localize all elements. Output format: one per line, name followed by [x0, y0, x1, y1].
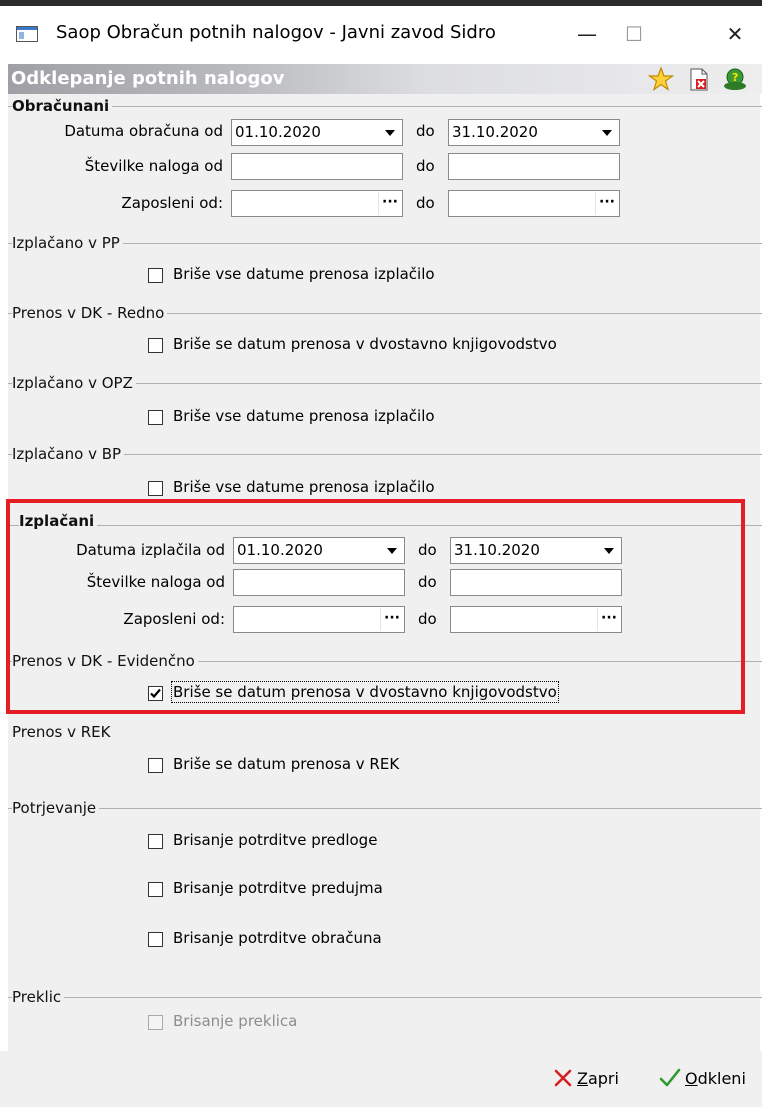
checkbox-label[interactable]: Briše se datum prenosa v REK — [173, 755, 399, 773]
checkbox-prenos-dk-redno[interactable] — [148, 338, 163, 353]
employee-from-lookup[interactable]: ··· — [231, 190, 403, 217]
group-divider — [8, 808, 762, 809]
checkbox-label[interactable]: Briše vse datume prenosa izplačilo — [173, 478, 435, 496]
chevron-down-icon[interactable] — [596, 121, 618, 144]
number-from-label: Številke naloga od — [84, 157, 223, 175]
group-title-prenos-dk-redno: Prenos v DK - Redno — [12, 304, 168, 322]
group-title-prenos-rek: Prenos v REK — [12, 723, 111, 741]
checkbox-potrditev-predujma[interactable] — [148, 882, 163, 897]
ellipsis-icon[interactable]: ··· — [378, 192, 401, 215]
group-divider — [8, 106, 762, 107]
checkbox-izplacano-opz[interactable] — [148, 410, 163, 425]
maximize-button[interactable]: ☐ — [611, 14, 657, 54]
unlock-button[interactable]: Odkleni — [659, 1068, 746, 1088]
group-title-potrjevanje: Potrjevanje — [12, 799, 100, 817]
chevron-down-icon[interactable] — [379, 121, 401, 144]
checkbox-potrditev-predloge[interactable] — [148, 834, 163, 849]
highlight-box — [6, 499, 745, 714]
date-to-combobox[interactable]: 31.10.2020 — [448, 119, 620, 146]
group-title-izplacano-bp: Izplačano v BP — [12, 445, 125, 463]
checkbox-label[interactable]: Brisanje potrditve predujma — [173, 879, 383, 897]
page-title: Odklepanje potnih nalogov — [11, 68, 285, 89]
close-window-button[interactable]: ✕ — [712, 14, 758, 54]
date-from-label: Datuma obračuna od — [64, 122, 223, 140]
employee-from-label: Zaposleni od: — [121, 194, 223, 212]
number-to-input[interactable] — [448, 153, 620, 180]
minimize-button[interactable]: — — [564, 14, 610, 54]
date-from-combobox[interactable]: 01.10.2020 — [231, 119, 403, 146]
checkbox-preklic — [148, 1015, 163, 1030]
checkbox-label[interactable]: Briše vse datume prenosa izplačilo — [173, 265, 435, 283]
to-label: do — [416, 194, 435, 212]
checkbox-prenos-rek[interactable] — [148, 758, 163, 773]
unlock-label-rest: dkleni — [697, 1068, 746, 1088]
group-title-izplacano-opz: Izplačano v OPZ — [12, 374, 136, 392]
checkbox-label[interactable]: Brisanje potrditve predloge — [173, 831, 377, 849]
checkbox-label: Brisanje preklica — [173, 1012, 298, 1030]
app-icon — [16, 26, 38, 42]
date-from-value: 01.10.2020 — [235, 123, 321, 141]
checkbox-izplacano-bp[interactable] — [148, 481, 163, 496]
number-from-input[interactable] — [231, 153, 403, 180]
close-label-rest: apri — [587, 1068, 619, 1088]
checkbox-potrditev-obracuna[interactable] — [148, 932, 163, 947]
svg-text:?: ? — [732, 71, 738, 84]
footer-bar — [0, 1051, 762, 1107]
close-mnemonic: Z — [577, 1068, 588, 1088]
close-x-icon — [554, 1069, 572, 1087]
group-title-preklic: Preklic — [12, 988, 65, 1006]
date-to-value: 31.10.2020 — [452, 123, 538, 141]
star-icon[interactable] — [647, 66, 675, 92]
checkbox-izplacano-pp[interactable] — [148, 268, 163, 283]
close-button[interactable]: Zapri — [553, 1068, 619, 1088]
to-label: do — [416, 157, 435, 175]
employee-to-lookup[interactable]: ··· — [448, 190, 620, 217]
group-divider — [8, 997, 762, 998]
to-label: do — [416, 122, 435, 140]
checkbox-label[interactable]: Briše se datum prenosa v dvostavno knjig… — [173, 335, 557, 353]
ellipsis-icon[interactable]: ··· — [595, 192, 618, 215]
window-title: Saop Obračun potnih nalogov - Javni zavo… — [56, 22, 496, 43]
checkbox-label[interactable]: Briše vse datume prenosa izplačilo — [173, 407, 435, 425]
unlock-mnemonic: O — [685, 1068, 698, 1088]
group-title-obracunani: Obračunani — [12, 97, 113, 115]
checkmark-icon — [659, 1068, 681, 1087]
help-person-icon[interactable]: ? — [722, 66, 748, 92]
checkbox-label[interactable]: Brisanje potrditve obračuna — [173, 929, 382, 947]
delete-document-icon[interactable] — [686, 66, 712, 92]
group-title-izplacano-pp: Izplačano v PP — [12, 234, 123, 252]
